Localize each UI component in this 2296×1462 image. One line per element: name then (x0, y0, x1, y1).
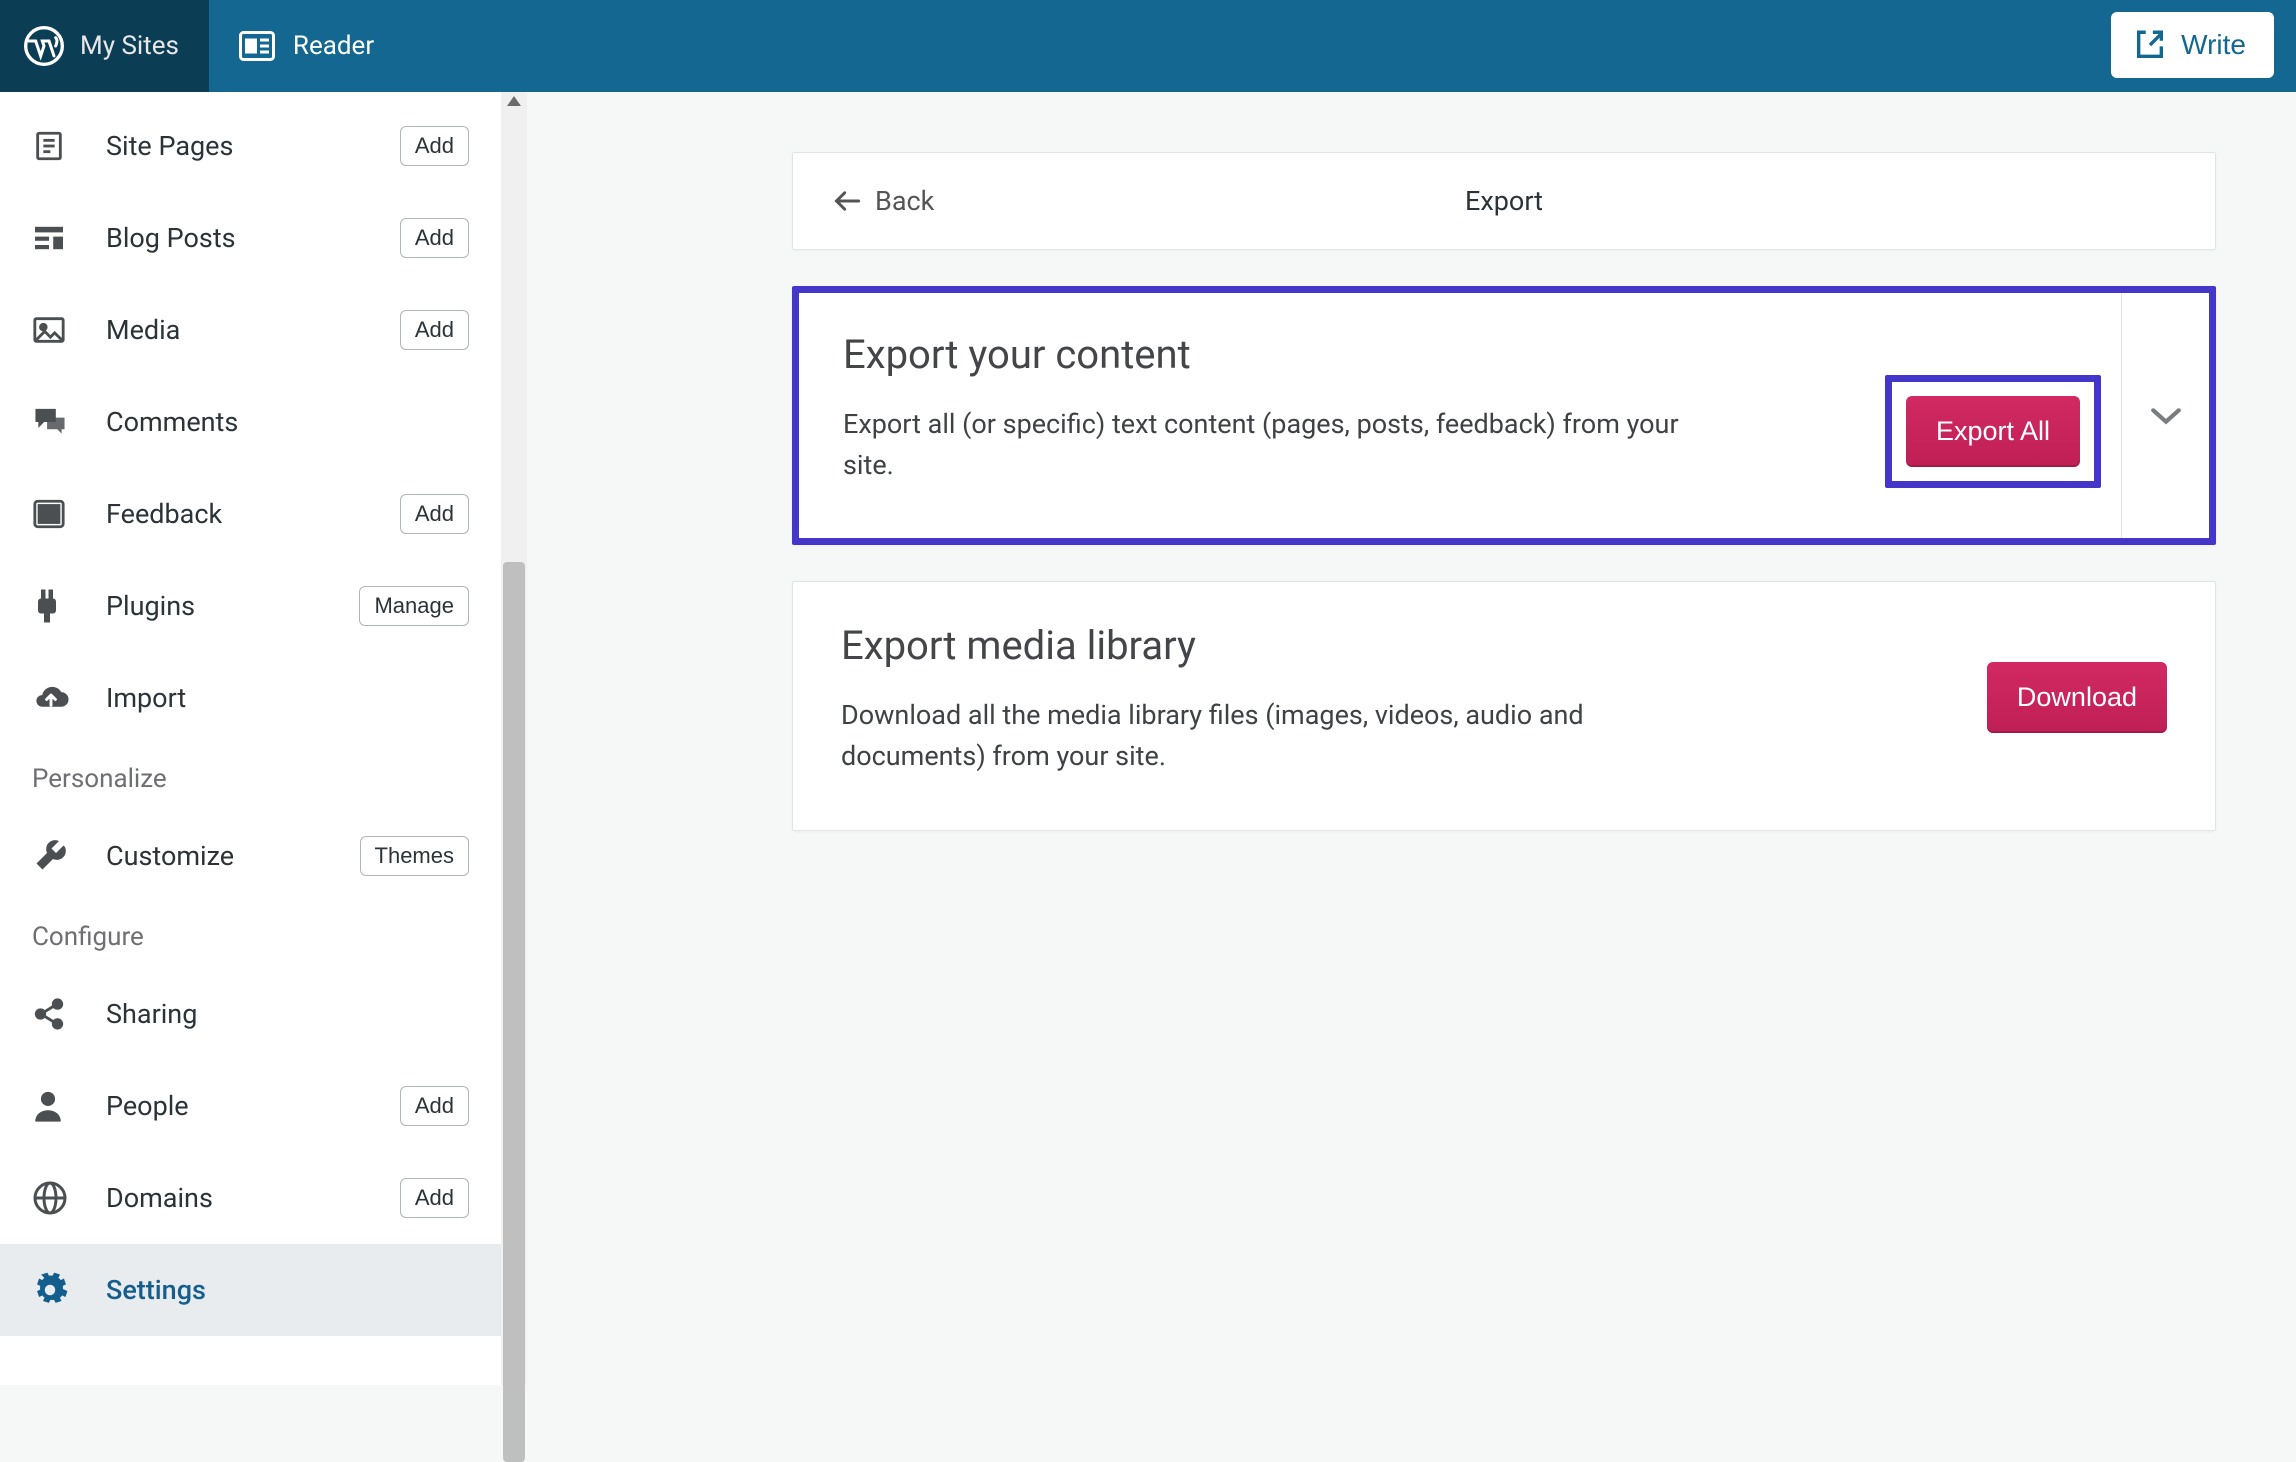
main-content: Back Export Export your content Export a… (502, 92, 2296, 1385)
person-icon (32, 1089, 78, 1123)
my-sites-link[interactable]: My Sites (0, 0, 209, 92)
themes-button[interactable]: Themes (360, 836, 469, 876)
add-button[interactable]: Add (400, 494, 469, 534)
sidebar-item-import[interactable]: Import (0, 652, 501, 744)
sidebar-item-label: Site Pages (106, 130, 233, 162)
reader-label: Reader (293, 31, 374, 61)
sidebar-item-label: Customize (106, 840, 234, 872)
reader-icon (239, 31, 275, 61)
reader-link[interactable]: Reader (209, 0, 404, 92)
sidebar-item-domains[interactable]: Domains Add (0, 1152, 501, 1244)
export-media-text: Export media library Download all the me… (841, 622, 1701, 776)
export-media-card: Export media library Download all the me… (792, 581, 2216, 831)
sidebar-item-blog-posts[interactable]: Blog Posts Add (0, 192, 501, 284)
export-expand-toggle[interactable] (2121, 293, 2209, 538)
back-label: Back (875, 185, 934, 217)
image-icon (32, 315, 78, 345)
topbar: My Sites Reader Write (0, 0, 2296, 92)
add-button[interactable]: Add (400, 126, 469, 166)
comments-icon (32, 406, 78, 438)
page-title: Export (1465, 185, 1543, 217)
add-button[interactable]: Add (400, 310, 469, 350)
gear-icon (32, 1272, 78, 1308)
sidebar-item-settings[interactable]: Settings (0, 1244, 501, 1336)
sidebar-item-comments[interactable]: Comments (0, 376, 501, 468)
sidebar-item-label: Sharing (106, 998, 197, 1030)
sidebar-item-people[interactable]: People Add (0, 1060, 501, 1152)
wrench-icon (32, 838, 78, 874)
export-media-actions: Download (1987, 622, 2167, 733)
export-content-title: Export your content (843, 331, 1703, 378)
sidebar-item-media[interactable]: Media Add (0, 284, 501, 376)
add-button[interactable]: Add (400, 1178, 469, 1218)
cloud-up-icon (32, 683, 78, 713)
feedback-icon (32, 498, 78, 530)
my-sites-label: My Sites (80, 31, 179, 61)
back-link[interactable]: Back (793, 185, 934, 217)
add-button[interactable]: Add (400, 1086, 469, 1126)
scroll-up-icon (507, 96, 521, 106)
export-content-card: Export your content Export all (or speci… (792, 286, 2216, 545)
sidebar-item-label: Feedback (106, 498, 222, 530)
export-all-button[interactable]: Export All (1906, 396, 2080, 467)
page-icon (32, 129, 78, 163)
arrow-left-icon (833, 189, 861, 213)
sidebar-scrollbar[interactable] (501, 92, 527, 1385)
write-button[interactable]: Write (2111, 12, 2274, 78)
sidebar-item-label: Blog Posts (106, 222, 236, 254)
export-all-highlight: Export All (1885, 375, 2101, 488)
sidebar-item-feedback[interactable]: Feedback Add (0, 468, 501, 560)
chevron-down-icon (2149, 406, 2183, 426)
sidebar-item-label: Plugins (106, 590, 195, 622)
write-icon (2133, 28, 2167, 62)
add-button[interactable]: Add (400, 218, 469, 258)
scroll-thumb[interactable] (503, 562, 525, 1462)
sidebar-item-site-pages[interactable]: Site Pages Add (0, 100, 501, 192)
sidebar-item-label: Domains (106, 1182, 213, 1214)
sidebar-item-customize[interactable]: Customize Themes (0, 810, 501, 902)
sidebar: Site Pages Add Blog Posts Add Media Add … (0, 92, 502, 1385)
manage-button[interactable]: Manage (359, 586, 469, 626)
export-media-desc: Download all the media library files (im… (841, 695, 1701, 776)
wordpress-icon (24, 26, 64, 66)
export-content-actions: Export All (1885, 331, 2101, 488)
sidebar-item-label: Import (106, 682, 186, 714)
sidebar-item-label: Comments (106, 406, 238, 438)
sidebar-item-label: Settings (106, 1274, 206, 1306)
page-header-card: Back Export (792, 152, 2216, 250)
topbar-left: My Sites Reader (0, 0, 404, 92)
sidebar-item-plugins[interactable]: Plugins Manage (0, 560, 501, 652)
personalize-heading: Personalize (0, 744, 501, 810)
export-media-title: Export media library (841, 622, 1701, 669)
configure-heading: Configure (0, 902, 501, 968)
share-icon (32, 997, 78, 1031)
sidebar-item-sharing[interactable]: Sharing (0, 968, 501, 1060)
sidebar-item-label: People (106, 1090, 189, 1122)
plugin-icon (32, 588, 78, 624)
sidebar-item-label: Media (106, 314, 180, 346)
globe-icon (32, 1180, 78, 1216)
export-content-text: Export your content Export all (or speci… (843, 331, 1703, 485)
write-label: Write (2181, 29, 2246, 61)
download-button[interactable]: Download (1987, 662, 2167, 733)
posts-icon (32, 224, 78, 252)
export-content-desc: Export all (or specific) text content (p… (843, 404, 1703, 485)
